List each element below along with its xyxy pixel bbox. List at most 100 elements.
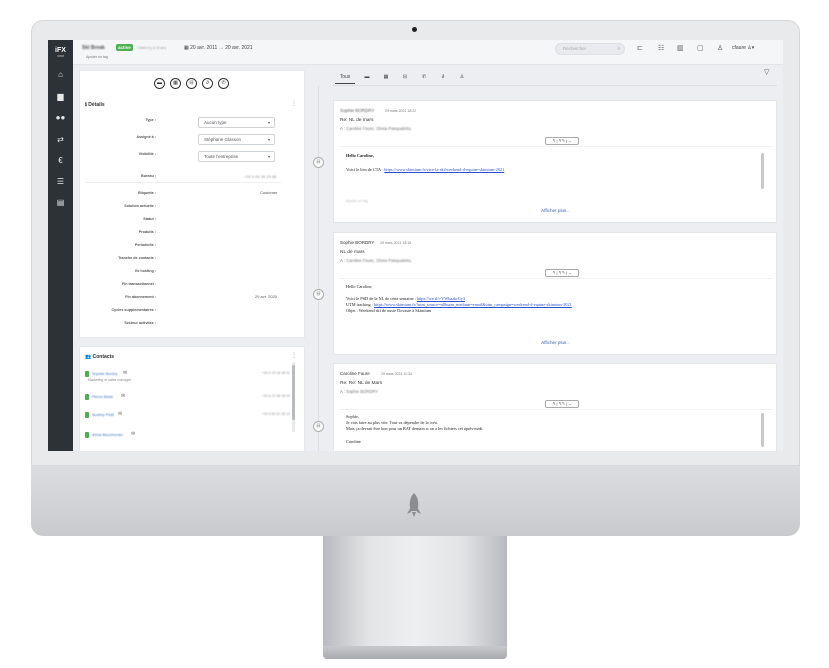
email-date: 29 mars 2021 11:34	[381, 372, 412, 376]
email-link[interactable]: https://www.skimium.fr/?utm_source=nl&ut…	[374, 302, 572, 307]
email-icon[interactable]: ✉	[118, 411, 122, 417]
inbox-icon: ⊟	[313, 289, 324, 300]
contact-name[interactable]: Audrey Petit	[92, 412, 114, 417]
email-body: Hello Caroline, Voici le lien de CTA : h…	[340, 146, 772, 206]
contact-row[interactable]: Sophie Bordry ✉ +33 6 09 18 48 02 Market…	[85, 369, 290, 389]
reply-buttons[interactable]: ↰ | ↰↰ | →	[545, 269, 579, 277]
recipients-names: Sophie BORDRY	[346, 389, 379, 394]
search-input[interactable]: Rechercher ⌕	[555, 43, 625, 55]
phone-icon[interactable]: ✆	[419, 70, 429, 84]
list-icon[interactable]: ☰	[54, 176, 67, 187]
reply-buttons[interactable]: ↰ | ↰↰ | →	[545, 400, 579, 408]
user-icon[interactable]: ♙	[717, 44, 723, 53]
email-date: 29 mars 2021 18:15	[380, 241, 412, 245]
date-end: 20 avr. 2021	[225, 45, 253, 51]
grid-icon[interactable]: ▥	[677, 44, 684, 53]
email-scrollbar[interactable]	[761, 413, 764, 447]
email-link[interactable]: https://we.tl/t-VWhazkrCy3	[417, 296, 465, 301]
show-more-link[interactable]: Afficher plus..	[334, 208, 776, 213]
field-label-type: Type :	[145, 118, 156, 122]
type-select[interactable]: Aucun type ▾	[198, 117, 275, 128]
record-title: Ski Break	[82, 45, 105, 51]
recipients-names: Caroline Faure, Gloria Pasqualetto,	[346, 126, 412, 131]
reply-buttons[interactable]: ↰ | ↰↰ | →	[545, 137, 579, 145]
email-icon[interactable]: ✉	[123, 370, 127, 376]
email-card[interactable]: Sophie BORDRY 29 mars 2021 18:15 NL de m…	[333, 232, 777, 355]
field-value-etiquette: Customer	[260, 190, 278, 195]
contact-name[interactable]: Pierre Bédé	[92, 394, 113, 399]
assigned-select[interactable]: Stéphane Glasson ▾	[198, 134, 275, 145]
date-range[interactable]: ▦ 20 avr. 2011 → 20 avr. 2021	[184, 45, 253, 51]
inbox-icon[interactable]: ⊏	[637, 44, 643, 53]
inbox-icon[interactable]: ⊟	[400, 70, 410, 84]
email-body-text: Voici le PSD de la NL de cette semaine :	[346, 296, 417, 301]
calendar-icon[interactable]: ▦	[381, 70, 391, 84]
email-card[interactable]: Caroline Faure 29 mars 2021 11:34 Re: Re…	[333, 363, 777, 451]
field-label-fin-transactionnel: Fin transactionnel :	[121, 282, 156, 286]
email-date: 29 mars 2021 18:22	[385, 109, 417, 113]
visibility-select[interactable]: Toute l'entreprise ▾	[198, 151, 275, 162]
app-logo[interactable]: iFX CRM	[53, 46, 68, 58]
attachment-icon[interactable]: ∂	[438, 70, 448, 84]
people-icon[interactable]: ●●	[54, 112, 67, 123]
details-menu-icon[interactable]: ⋮	[291, 100, 297, 107]
building-icon[interactable]: ▆	[54, 91, 67, 102]
email-sender: Sophie BORDRY	[340, 108, 375, 113]
user-menu[interactable]: cfaure ♙▾	[732, 45, 754, 51]
inbox-icon[interactable]: ⊟	[186, 78, 197, 89]
list-icon[interactable]: ☷	[658, 44, 664, 53]
tab-all[interactable]: Tous	[335, 70, 355, 84]
contact-row[interactable]: Anna Bouchonan ✉	[85, 430, 290, 442]
email-body-line: Hello Caroline,	[346, 153, 374, 158]
recipients-prefix: A :	[340, 258, 345, 263]
app-logo-text: iFX	[55, 47, 66, 54]
email-scrollbar[interactable]	[761, 153, 764, 189]
type-value: Aucun type	[204, 120, 227, 125]
contacts-icon[interactable]: ▤	[54, 197, 67, 208]
calendar-icon[interactable]: ▦	[170, 78, 181, 89]
email-icon[interactable]: ✉	[121, 393, 125, 399]
add-tag-link[interactable]: Ajouter un tag	[86, 55, 108, 59]
contact-phone: +33 6 50 02 28 12	[261, 412, 290, 416]
camera-icon	[412, 27, 417, 32]
filter-icon[interactable]: ▽	[764, 68, 769, 76]
transfer-icon[interactable]: ⇄	[54, 134, 67, 145]
contact-row[interactable]: Audrey Petit ✉ +33 6 50 02 28 12	[85, 410, 290, 422]
user-icon[interactable]: ♙	[457, 70, 467, 84]
field-label-secteur: Secteur activites :	[124, 321, 156, 325]
field-label-etiquette: Etiquette :	[137, 191, 156, 195]
contact-name[interactable]: Anna Bouchonan	[92, 432, 123, 437]
attachment-icon[interactable]: ∂	[202, 78, 213, 89]
rocket-logo-icon	[407, 493, 421, 517]
email-card[interactable]: Sophie BORDRY 29 mars 2021 18:22 Re: NL …	[333, 100, 777, 223]
chat-icon[interactable]: ▬	[362, 70, 372, 84]
contact-row[interactable]: Pierre Bédé ✉ +33 6 20 38 48 09	[85, 392, 290, 404]
status-badge: active	[116, 44, 133, 51]
recipients-prefix: A :	[340, 389, 345, 394]
details-title: ℹ Détails	[85, 102, 105, 108]
visibility-value: Toute l'entreprise	[204, 154, 239, 159]
monitor-stand	[323, 536, 507, 648]
show-more-link[interactable]: Afficher plus..	[334, 340, 776, 345]
phone-icon[interactable]: ✆	[218, 78, 229, 89]
euro-icon[interactable]: €	[54, 155, 67, 166]
email-link[interactable]: https://www.skimium.fr/vive-la-ski/weeke…	[384, 167, 504, 172]
recipients-names: Caroline Faure, Gloria Pasqualetto,	[346, 258, 412, 263]
email-body-text: Voici le lien de CTA :	[346, 167, 385, 172]
email-body-line: Voici le lien de CTA : https://www.skimi…	[346, 167, 504, 172]
contact-phone: +33 6 20 38 48 09	[261, 394, 290, 398]
email-icon[interactable]: ✉	[131, 431, 135, 437]
contacts-menu-icon[interactable]: ⋮	[291, 352, 297, 359]
dashboard-icon[interactable]: ⌂	[54, 69, 67, 80]
email-subject: NL de mars	[340, 250, 365, 255]
contacts-title-text: Contacts	[92, 354, 115, 360]
email-sender: Caroline Faure	[340, 371, 370, 376]
contacts-scroll-thumb[interactable]	[292, 365, 295, 420]
contact-name[interactable]: Sophie Bordry	[92, 371, 117, 376]
field-value-fin-abonnement: 29 avr. 2020	[255, 294, 278, 299]
calendar-icon[interactable]: ▢	[697, 44, 704, 53]
chat-icon[interactable]: ▬	[154, 78, 165, 89]
inbox-icon: ⊟	[313, 421, 324, 432]
field-label-assigned: Assigné à :	[136, 135, 156, 139]
contact-status-icon	[85, 412, 89, 418]
